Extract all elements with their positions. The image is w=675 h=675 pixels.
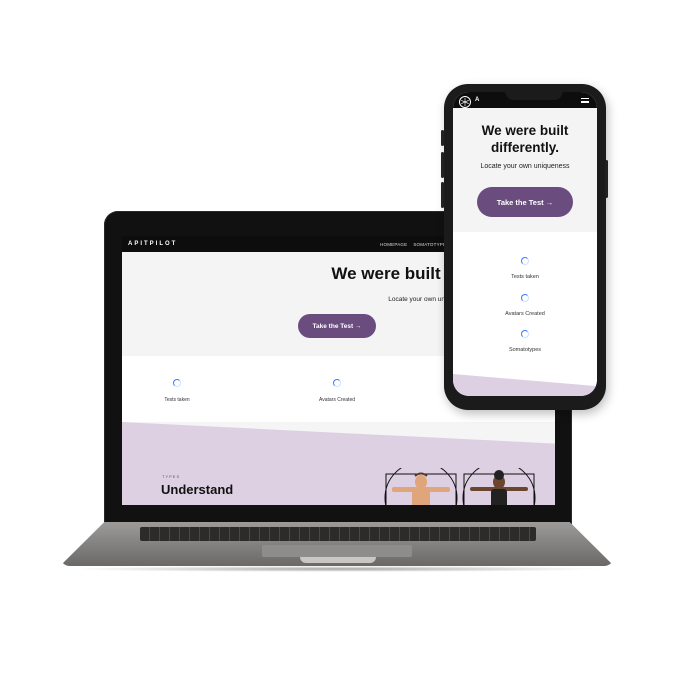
loading-spinner-icon	[521, 294, 529, 302]
phone-volume-up	[441, 152, 444, 178]
stat-avatars-created: Avatars Created	[297, 374, 377, 403]
phone-power-button	[605, 160, 608, 198]
phone-volume-down	[441, 182, 444, 208]
device-mockup: APITPILOT HOMEPAGE SOMATOTYPES BLOGS LIB…	[0, 0, 675, 675]
phone-hero-title: We were built differently.	[481, 123, 569, 155]
loading-spinner-icon	[521, 257, 529, 265]
laptop-shadow	[70, 566, 604, 572]
phone-screen: A We were built differently. Locate your…	[453, 92, 597, 396]
loading-spinner-icon	[173, 379, 181, 387]
phone-types-section-background	[453, 374, 597, 396]
hamburger-menu-icon[interactable]	[581, 98, 589, 103]
phone-hero-subtitle: Locate your own uniqueness	[480, 163, 570, 170]
stat-tests-taken: Tests taken	[453, 252, 597, 280]
laptop-keyboard	[140, 527, 536, 541]
laptop-trackpad	[262, 545, 412, 557]
stat-tests-taken: Tests taken	[137, 374, 217, 403]
stat-somatotypes: Somatotypes	[453, 325, 597, 353]
phone-stats-section: Tests taken Avatars Created Somatotypes	[453, 232, 597, 362]
phone-notch	[505, 86, 563, 100]
site-logo[interactable]: APITPILOT	[128, 241, 177, 247]
somatotype-figures-illustration	[384, 468, 536, 505]
types-eyebrow: TYPES	[162, 474, 181, 479]
section-title: Understand	[161, 482, 234, 497]
phone-side-button	[441, 130, 444, 146]
logo-icon[interactable]	[459, 96, 471, 108]
stat-label: Tests taken	[511, 274, 539, 280]
phone-logo-text: A	[475, 97, 483, 103]
phone-hero-section: We were built differently. Locate your o…	[453, 108, 597, 232]
laptop-lip	[300, 557, 376, 563]
loading-spinner-icon	[333, 379, 341, 387]
phone-take-test-button[interactable]: Take the Test →	[477, 187, 573, 217]
nav-item-homepage[interactable]: HOMEPAGE	[380, 242, 407, 247]
stat-avatars-created: Avatars Created	[453, 289, 597, 317]
stat-label: Tests taken	[164, 397, 190, 403]
loading-spinner-icon	[521, 330, 529, 338]
take-test-button[interactable]: Take the Test →	[298, 314, 376, 338]
stat-label: Avatars Created	[505, 311, 545, 317]
stat-label: Somatotypes	[508, 347, 542, 353]
stat-label: Avatars Created	[318, 397, 356, 403]
